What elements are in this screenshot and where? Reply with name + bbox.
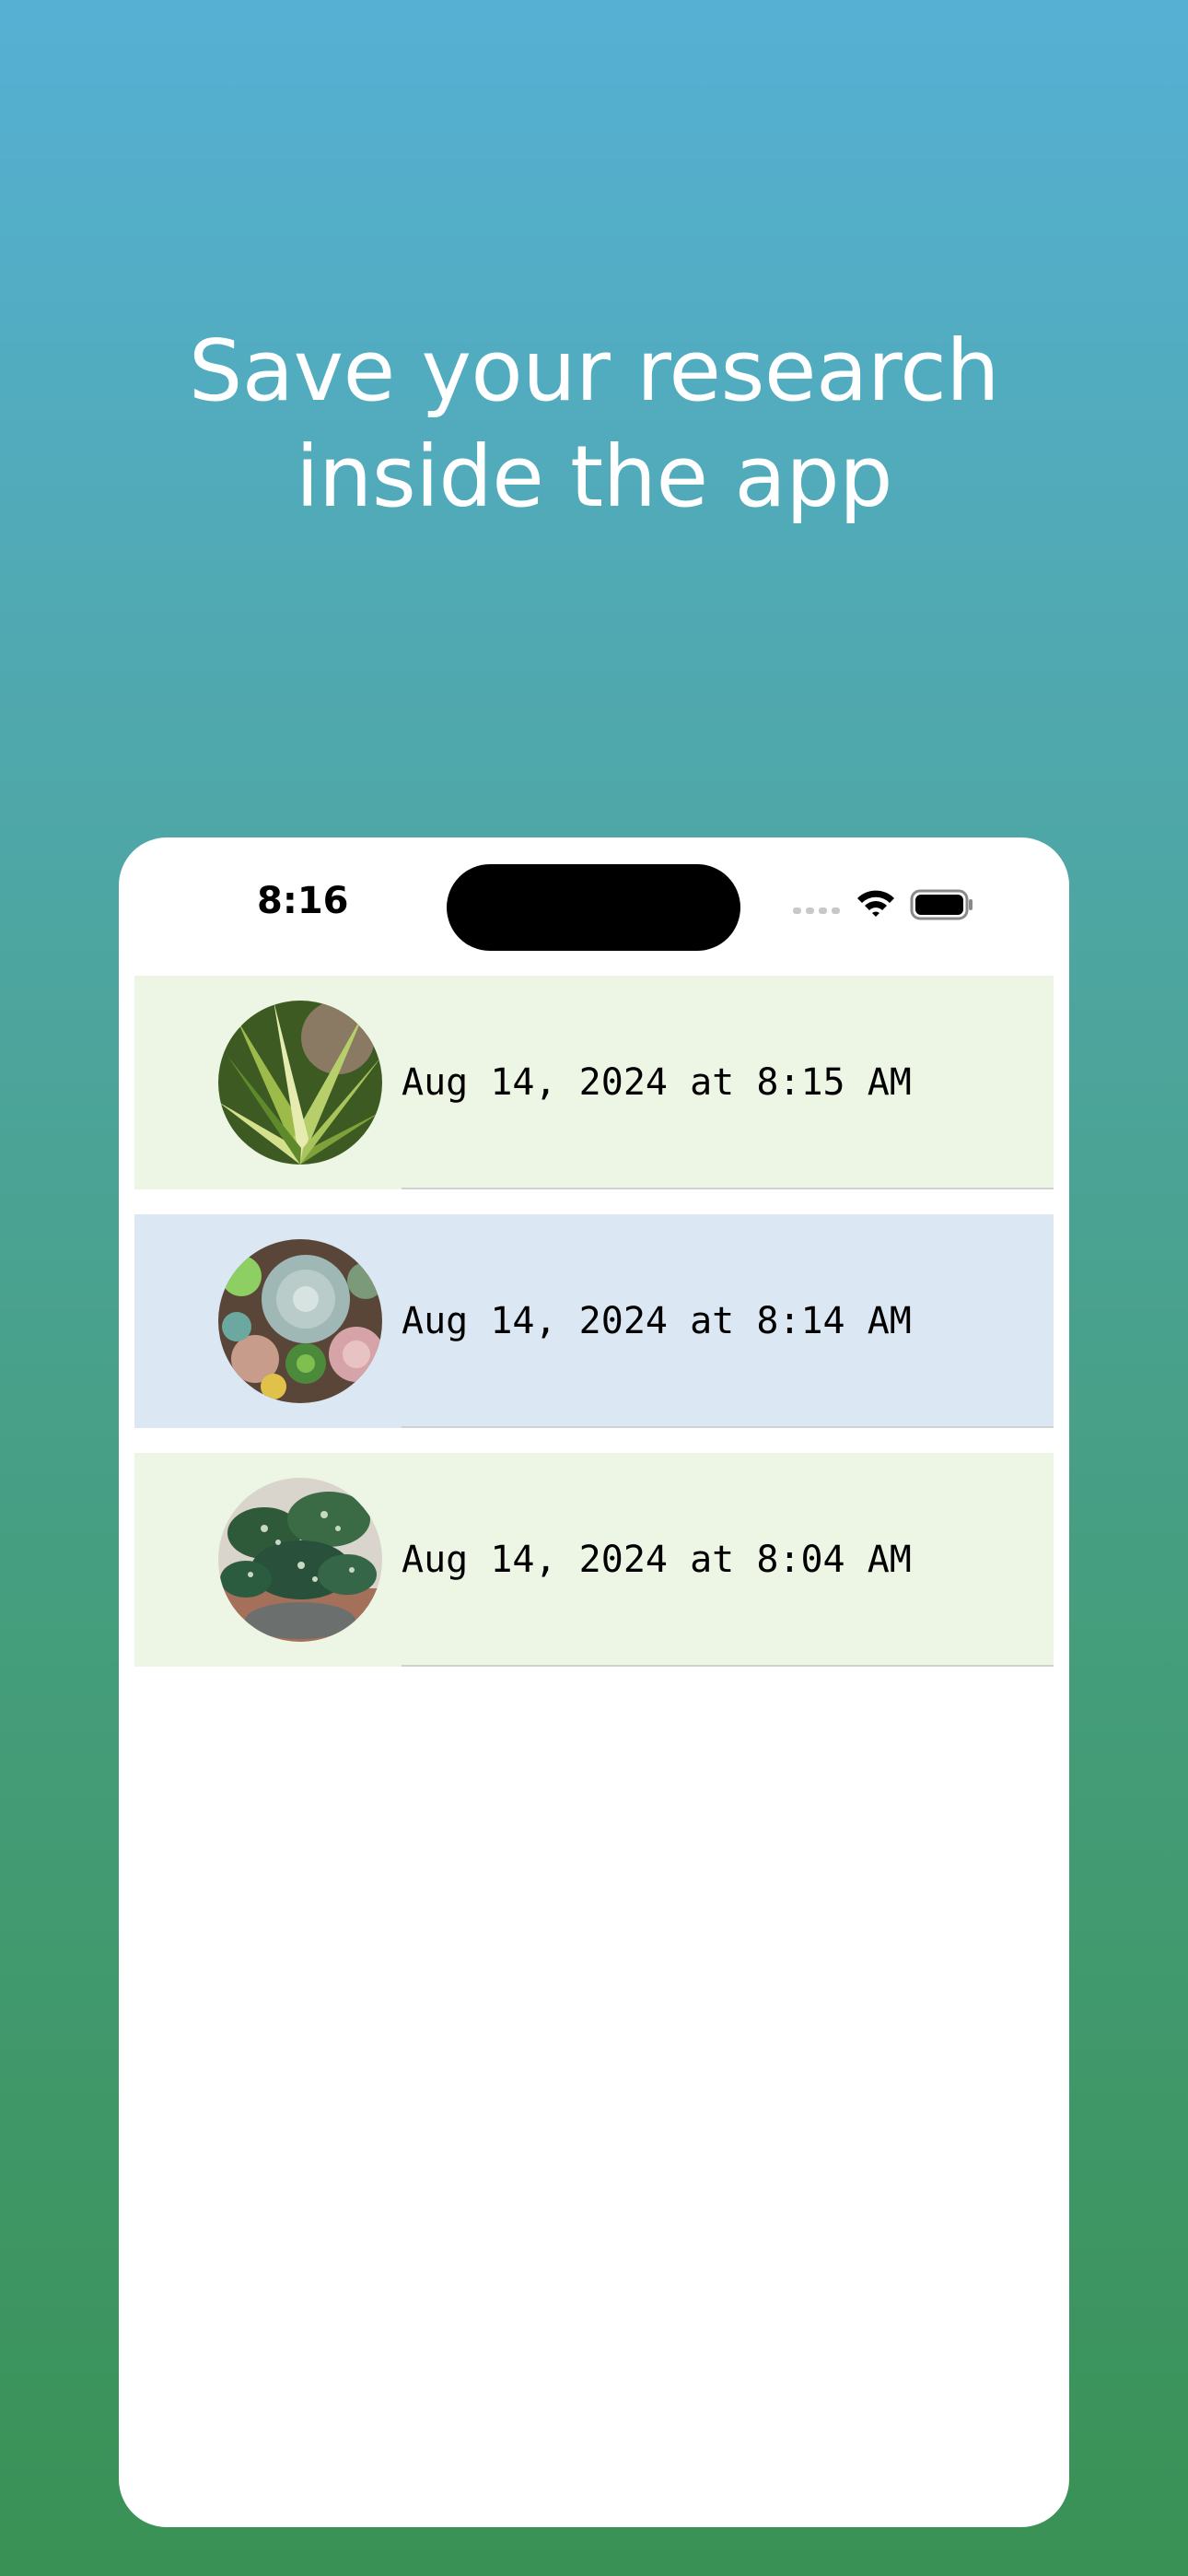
entries-list: Aug 14, 2024 at 8:15 AM Aug 14, 2024 at … bbox=[134, 976, 1054, 1692]
status-icons bbox=[793, 887, 1032, 924]
cellular-signal-icon bbox=[793, 907, 841, 915]
wifi-icon bbox=[857, 890, 894, 917]
entry-timestamp: Aug 14, 2024 at 8:14 AM bbox=[402, 1300, 912, 1342]
list-item[interactable]: Aug 14, 2024 at 8:04 AM bbox=[134, 1453, 1054, 1667]
status-time: 8:16 bbox=[257, 880, 349, 922]
row-separator bbox=[402, 1426, 1054, 1428]
battery-icon bbox=[910, 889, 973, 920]
entry-timestamp: Aug 14, 2024 at 8:04 AM bbox=[402, 1539, 912, 1581]
status-bar: 8:16 bbox=[119, 837, 1069, 976]
dynamic-island bbox=[447, 864, 740, 951]
headline: Save your research inside the app bbox=[188, 322, 1000, 526]
entry-timestamp: Aug 14, 2024 at 8:15 AM bbox=[402, 1061, 912, 1104]
phone-screen: 8:16 Aug 14, 2024 at 8:15 AM Aug 14, 202… bbox=[119, 837, 1069, 2527]
row-separator bbox=[402, 1188, 1054, 1189]
succulent-thumbnail bbox=[218, 1239, 382, 1403]
spider-plant-thumbnail bbox=[218, 1001, 382, 1165]
list-item[interactable]: Aug 14, 2024 at 8:15 AM bbox=[134, 976, 1054, 1189]
begonia-thumbnail bbox=[218, 1478, 382, 1642]
list-item[interactable]: Aug 14, 2024 at 8:14 AM bbox=[134, 1214, 1054, 1428]
row-separator bbox=[402, 1665, 1054, 1667]
